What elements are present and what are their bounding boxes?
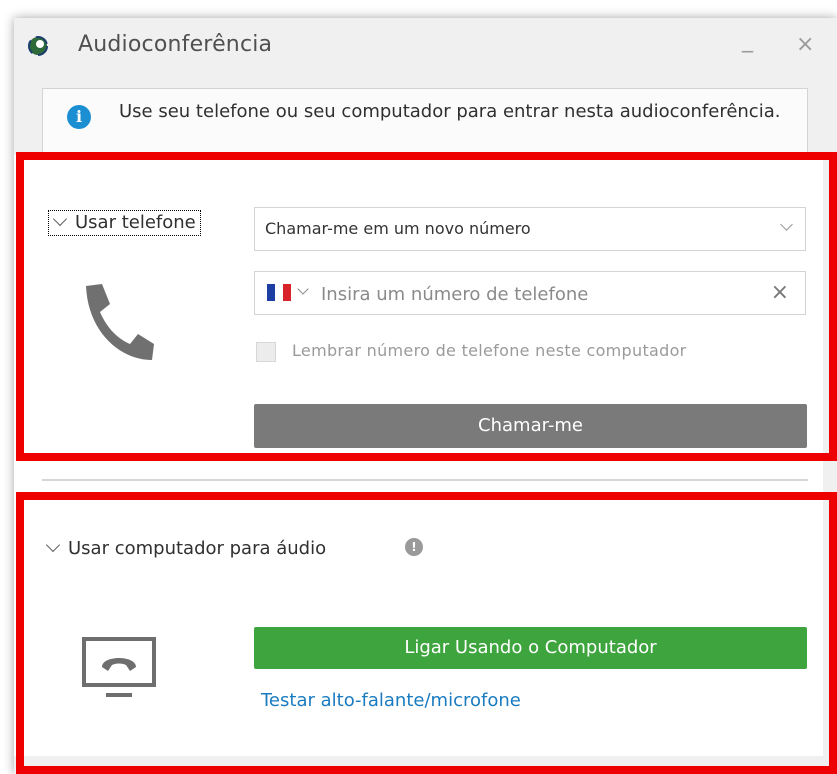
title-bar: Audioconferência _ × xyxy=(14,18,837,74)
highlight-box-computer xyxy=(16,492,837,774)
section-divider xyxy=(42,479,808,481)
info-text: Use seu telefone ou seu computador para … xyxy=(119,101,781,122)
minimize-button[interactable]: _ xyxy=(742,28,753,53)
close-button[interactable]: × xyxy=(796,32,814,57)
app-logo-icon xyxy=(28,36,48,56)
highlight-box-phone xyxy=(16,152,837,461)
info-icon: i xyxy=(67,105,91,129)
window-title: Audioconferência xyxy=(78,32,273,57)
